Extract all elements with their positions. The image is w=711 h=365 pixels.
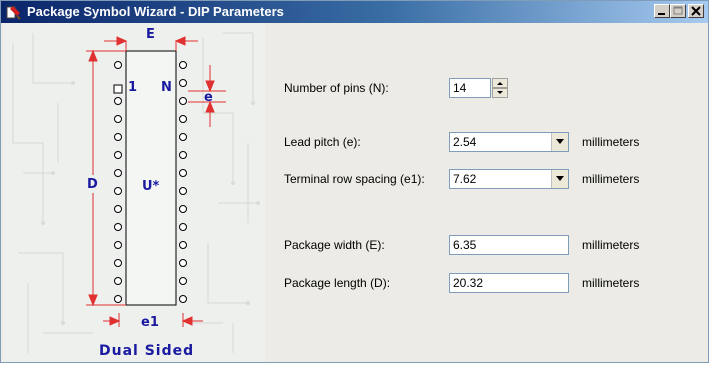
right-pin-column [179, 61, 187, 303]
row-spacing-dropdown-button[interactable] [551, 170, 568, 188]
pin-left [114, 295, 122, 303]
lead-pitch-select[interactable]: 2.54 [449, 132, 569, 152]
pins-spinner[interactable] [492, 78, 508, 98]
wizard-icon [6, 4, 22, 20]
arrow-up-icon [497, 82, 503, 85]
lead-pitch-unit: millimeters [582, 135, 640, 149]
pin-1-marker [113, 84, 123, 94]
pin-right [179, 187, 187, 195]
pins-input[interactable]: 14 [449, 78, 491, 98]
minimize-icon [658, 13, 665, 15]
wizard-window: Package Symbol Wizard - DIP Parameters E… [0, 0, 709, 363]
pin-left [114, 169, 122, 177]
pin-left [114, 259, 122, 267]
pin-left [114, 223, 122, 231]
pin-left [114, 277, 122, 285]
maximize-icon [673, 6, 683, 15]
dip-package-drawing [86, 36, 226, 327]
length-label: D [87, 177, 98, 192]
package-width-unit: millimeters [582, 238, 640, 252]
package-length-label: Package length (D): [284, 276, 391, 290]
row-spacing-label: e1 [141, 315, 159, 330]
pin-right [179, 241, 187, 249]
dialog-content: E e D e1 1 N U* Dual Sided Number of pin… [1, 23, 708, 362]
pin-right [179, 115, 187, 123]
pin-left [114, 61, 122, 69]
pin-right [179, 277, 187, 285]
designator-label: U* [142, 179, 160, 194]
width-label: E [146, 27, 155, 42]
diagram-caption: Dual Sided [99, 343, 195, 359]
pin-right [179, 97, 187, 105]
pins-label: Number of pins (N): [284, 81, 389, 95]
pin-right [179, 295, 187, 303]
pin-right [179, 259, 187, 267]
pin-left [114, 241, 122, 249]
pitch-label: e [204, 90, 213, 105]
pin-1-label: 1 [128, 80, 138, 95]
lead-pitch-dropdown-button[interactable] [551, 133, 568, 151]
pin-left [114, 187, 122, 195]
pin-right [179, 151, 187, 159]
row-spacing-unit: millimeters [582, 172, 640, 186]
close-button[interactable] [688, 4, 704, 18]
row-spacing-label-text: Terminal row spacing (e1): [284, 172, 425, 186]
pin-right [179, 133, 187, 141]
window-title: Package Symbol Wizard - DIP Parameters [27, 4, 284, 19]
pin-left [114, 151, 122, 159]
lead-pitch-label: Lead pitch (e): [284, 135, 361, 149]
pin-left [114, 205, 122, 213]
package-length-unit: millimeters [582, 276, 640, 290]
pin-right [179, 169, 187, 177]
chevron-down-icon [556, 139, 564, 144]
spin-up-button[interactable] [492, 78, 508, 88]
minimize-button[interactable] [654, 4, 670, 18]
pin-n-label: N [161, 80, 172, 95]
dip-diagram-panel: E e D e1 1 N U* Dual Sided [3, 23, 265, 362]
package-length-input[interactable]: 20.32 [449, 273, 569, 293]
package-width-label: Package width (E): [284, 238, 385, 252]
package-width-input[interactable]: 6.35 [449, 235, 569, 255]
pin-right [179, 223, 187, 231]
left-pin-column [114, 61, 122, 303]
chevron-down-icon [556, 176, 564, 181]
close-icon [691, 6, 701, 16]
pin-left [114, 97, 122, 105]
pin-right [179, 79, 187, 87]
spin-down-button[interactable] [492, 88, 508, 98]
pin-right [179, 205, 187, 213]
arrow-down-icon [497, 91, 503, 94]
maximize-button[interactable] [670, 4, 686, 18]
pin-left [114, 115, 122, 123]
pin-right [179, 61, 187, 69]
title-bar[interactable]: Package Symbol Wizard - DIP Parameters [1, 1, 708, 23]
row-spacing-select[interactable]: 7.62 [449, 169, 569, 189]
pin-left [114, 133, 122, 141]
